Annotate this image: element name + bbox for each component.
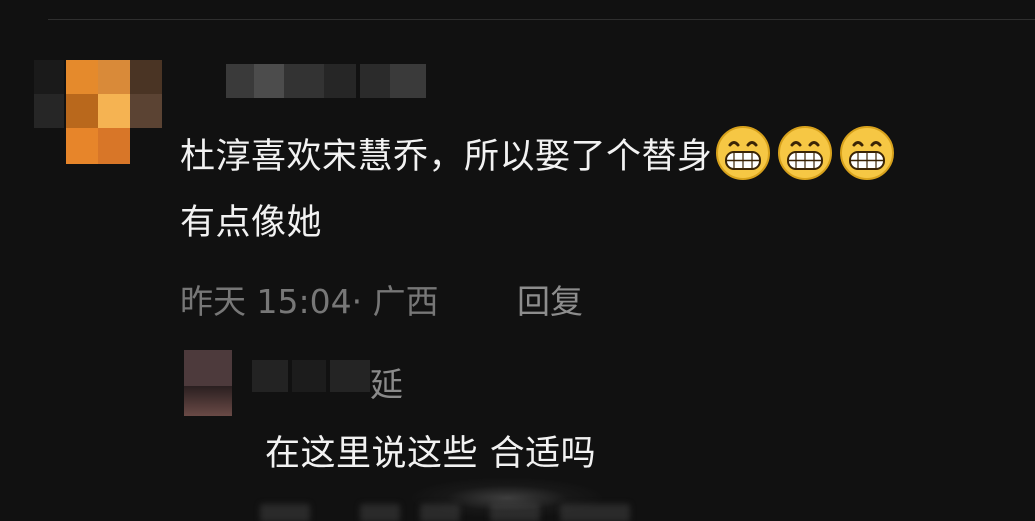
- comment-text-line2: 有点像她: [180, 203, 323, 243]
- grinning-face-icon: [839, 126, 894, 180]
- avatar[interactable]: [34, 60, 162, 164]
- divider: [48, 19, 1035, 20]
- reply-username-blurred[interactable]: 延: [252, 358, 412, 404]
- comment-meta: 昨天 15:04· 广西 回复: [180, 275, 583, 323]
- reply-username-visible: 延: [370, 365, 403, 404]
- reply-avatar[interactable]: [184, 350, 232, 416]
- grinning-face-icon: [777, 126, 832, 180]
- meta-separator: ·: [351, 282, 363, 321]
- comment-body: 杜淳喜欢宋慧乔，所以娶了个替身 有点像她: [180, 124, 1030, 256]
- reply-body: 在这里说这些 合适吗: [265, 434, 597, 474]
- screen-glare: [412, 478, 602, 518]
- comment-text-line1: 杜淳喜欢宋慧乔，所以娶了个替身: [180, 137, 713, 177]
- grinning-face-icon: [715, 126, 770, 180]
- username-blurred[interactable]: [226, 62, 436, 100]
- reply-button[interactable]: 回复: [517, 275, 583, 323]
- comment-screen: 杜淳喜欢宋慧乔，所以娶了个替身 有点像她 昨天 15:04· 广西 回复 延 在…: [0, 0, 1035, 521]
- location: 广西: [372, 282, 439, 321]
- timestamp: 昨天 15:04: [180, 282, 352, 321]
